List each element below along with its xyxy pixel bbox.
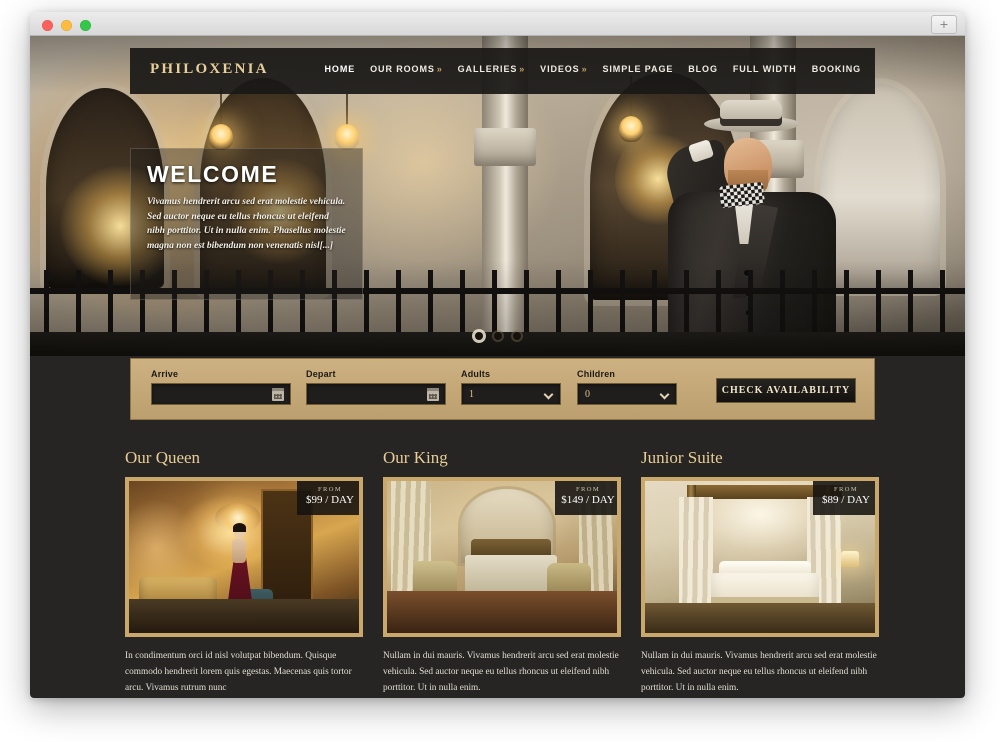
- welcome-title: WELCOME: [147, 161, 279, 187]
- new-tab-button[interactable]: +: [931, 15, 957, 34]
- nav-item-booking[interactable]: BOOKING: [812, 64, 861, 74]
- room-card-queen[interactable]: Our Queen FROM $99 / DAY In condimentum …: [125, 448, 363, 696]
- nav-label: SIMPLE PAGE: [602, 64, 674, 74]
- room-card-king[interactable]: Our King FROM $149 / DAY Nullam in dui m: [383, 448, 621, 696]
- room-photo[interactable]: FROM $89 / DAY: [641, 477, 879, 637]
- room-title[interactable]: Our King: [383, 448, 621, 468]
- room-title[interactable]: Our Queen: [125, 448, 363, 468]
- room-photo[interactable]: FROM $149 / DAY: [383, 477, 621, 637]
- nav-label: HOME: [324, 64, 356, 74]
- figure-hair: [233, 523, 246, 532]
- depart-input[interactable]: [306, 383, 446, 405]
- depart-label: Depart: [306, 369, 336, 379]
- page-viewport: PHILOXENIA HOME OUR ROOMS» GALLERIES» VI…: [30, 36, 965, 698]
- chevron-down-icon[interactable]: [543, 389, 554, 400]
- price-badge: FROM $99 / DAY: [297, 481, 359, 515]
- browser-window: + PHILOXENIA HOME OUR ROOMS » GALLERIES …: [30, 12, 965, 698]
- children-value: 0: [585, 388, 590, 400]
- nav-item-simple-page[interactable]: SIMPLE PAGE: [603, 64, 674, 74]
- price-value: $99 / DAY: [306, 494, 354, 506]
- close-window-icon[interactable]: [42, 20, 53, 31]
- chevron-right-icon: »: [581, 64, 588, 74]
- figure-torso: [232, 539, 246, 563]
- table-lamp-icon: [841, 551, 859, 567]
- adults-label: Adults: [461, 369, 491, 379]
- nav-label: VIDEOS: [540, 64, 580, 74]
- slider-dot-2[interactable]: [493, 332, 502, 340]
- nav-item-galleries[interactable]: GALLERIES»: [458, 64, 526, 74]
- booking-form: Arrive Depart Adults 1 Children 0 CHECK …: [130, 358, 875, 420]
- browser-titlebar: +: [30, 12, 965, 36]
- room-cards-section: Our Queen FROM $99 / DAY In condimentum …: [125, 448, 880, 696]
- nav-item-videos[interactable]: VIDEOS»: [540, 64, 587, 74]
- slider-pagination: [30, 332, 965, 340]
- calendar-icon[interactable]: [272, 388, 284, 401]
- nav-item-full-width[interactable]: FULL WIDTH: [733, 64, 797, 74]
- children-field-group: Children 0: [577, 369, 677, 405]
- nav-label: BLOG: [688, 64, 718, 74]
- welcome-body-text: Vivamus hendrerit arcu sed erat molestie…: [147, 197, 346, 251]
- nav-label: BOOKING: [811, 64, 861, 74]
- main-navigation: HOME OUR ROOMS» GALLERIES» VIDEOS» SIMPL…: [325, 64, 861, 74]
- depart-field-group: Depart: [306, 369, 446, 405]
- site-header: PHILOXENIA HOME OUR ROOMS» GALLERIES» VI…: [130, 48, 875, 94]
- calendar-icon[interactable]: [427, 388, 439, 401]
- chevron-right-icon: »: [519, 64, 526, 74]
- price-badge: FROM $89 / DAY: [813, 481, 875, 515]
- room-floor: [645, 603, 875, 633]
- adults-select[interactable]: 1: [461, 383, 561, 405]
- room-rug: [129, 599, 359, 633]
- arrive-input[interactable]: [151, 383, 291, 405]
- adults-field-group: Adults 1: [461, 369, 561, 405]
- price-value: $149 / DAY: [561, 494, 615, 506]
- room-rug: [387, 591, 617, 633]
- room-description: In condimentum orci id nisl volutpat bib…: [125, 651, 352, 693]
- price-from-label: FROM: [575, 486, 601, 493]
- check-availability-button[interactable]: CHECK AVAILABILITY: [716, 378, 856, 403]
- nav-label: GALLERIES: [457, 64, 518, 74]
- price-value: $89 / DAY: [822, 494, 870, 506]
- nav-item-home[interactable]: HOME: [325, 64, 356, 74]
- site-logo[interactable]: PHILOXENIA: [150, 61, 269, 78]
- hero-welcome-panel: WELCOME Vivamus hendrerit arcu sed erat …: [130, 148, 363, 300]
- arrive-label: Arrive: [151, 369, 179, 379]
- room-card-junior-suite[interactable]: Junior Suite FROM $89 / DAY Nullam in du…: [641, 448, 879, 696]
- slider-dot-1[interactable]: [474, 332, 483, 340]
- nav-item-blog[interactable]: BLOG: [688, 64, 718, 74]
- nav-label: FULL WIDTH: [732, 64, 797, 74]
- slider-dot-3[interactable]: [512, 332, 521, 340]
- room-photo[interactable]: FROM $99 / DAY: [125, 477, 363, 637]
- chevron-down-icon[interactable]: [659, 389, 670, 400]
- price-badge: FROM $149 / DAY: [555, 481, 617, 515]
- price-from-label: FROM: [317, 486, 343, 493]
- children-select[interactable]: 0: [577, 383, 677, 405]
- children-label: Children: [577, 369, 616, 379]
- maximize-window-icon[interactable]: [80, 20, 91, 31]
- adults-value: 1: [469, 388, 474, 400]
- room-description: Nullam in dui mauris. Vivamus hendrerit …: [383, 651, 619, 693]
- minimize-window-icon[interactable]: [61, 20, 72, 31]
- nav-label: OUR ROOMS: [370, 64, 435, 74]
- arrive-field-group: Arrive: [151, 369, 291, 405]
- room-title[interactable]: Junior Suite: [641, 448, 879, 468]
- chevron-right-icon: »: [436, 64, 443, 74]
- nav-item-our-rooms[interactable]: OUR ROOMS»: [370, 64, 443, 74]
- price-from-label: FROM: [833, 486, 859, 493]
- room-description: Nullam in dui mauris. Vivamus hendrerit …: [641, 651, 877, 693]
